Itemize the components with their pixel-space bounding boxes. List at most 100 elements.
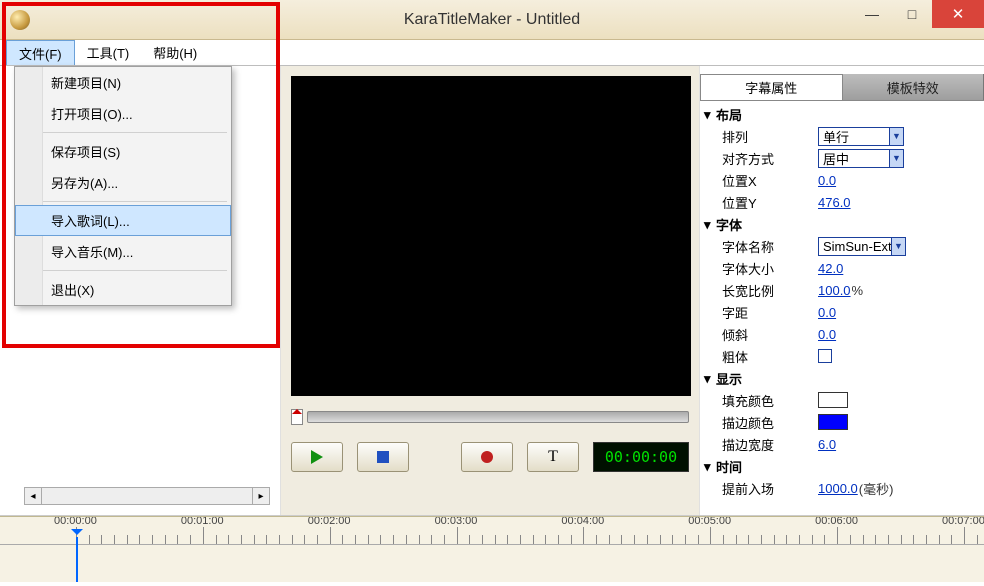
- prop-spacing: 字距 0.0: [704, 301, 980, 323]
- bold-checkbox[interactable]: [818, 349, 832, 363]
- group-label: 显示: [716, 369, 742, 388]
- prop-strokecolor: 描边颜色: [704, 411, 980, 433]
- menu-new-project[interactable]: 新建项目(N): [15, 67, 231, 98]
- scroll-right-icon[interactable]: ▸: [252, 487, 270, 505]
- fontname-combo[interactable]: SimSun-Ext▼: [818, 237, 906, 256]
- prop-label: 字距: [722, 303, 818, 322]
- prop-posy: 位置Y 476.0: [704, 191, 980, 213]
- prop-skew: 倾斜 0.0: [704, 323, 980, 345]
- prop-label: 描边颜色: [722, 413, 818, 432]
- strokecolor-swatch[interactable]: [818, 414, 848, 430]
- timecode-display: 00:00:00: [593, 442, 689, 472]
- prop-fillcolor: 填充颜色: [704, 389, 980, 411]
- combo-value: 居中: [823, 149, 849, 168]
- group-time[interactable]: ▾时间: [704, 457, 980, 476]
- properties-panel: 字幕属性 模板特效 ▾布局 排列 单行▼ 对齐方式 居中▼ 位置X 0.0 位置…: [700, 66, 984, 515]
- prop-leadin: 提前入场 1000.0(毫秒): [704, 477, 980, 499]
- menu-import-music[interactable]: 导入音乐(M)...: [15, 236, 231, 267]
- stop-icon: [377, 451, 389, 463]
- alignment-combo[interactable]: 居中 ▼: [818, 149, 904, 168]
- menu-import-lyrics[interactable]: 导入歌词(L)...: [15, 205, 231, 236]
- menu-separator: [19, 132, 227, 133]
- strokewidth-value[interactable]: 6.0: [818, 437, 836, 452]
- prop-label: 排列: [722, 127, 818, 146]
- collapse-icon: ▾: [704, 459, 716, 475]
- ruler-label: 00:05:00: [688, 516, 731, 527]
- prop-aspect: 长宽比例 100.0%: [704, 279, 980, 301]
- prop-label: 提前入场: [722, 479, 818, 498]
- video-preview[interactable]: [291, 76, 691, 396]
- playhead[interactable]: [76, 537, 78, 582]
- slider-track[interactable]: [307, 411, 689, 423]
- chevron-down-icon: ▼: [891, 238, 905, 255]
- stop-button[interactable]: [357, 442, 409, 472]
- posy-value[interactable]: 476.0: [818, 195, 851, 210]
- text-button[interactable]: T: [527, 442, 579, 472]
- preview-panel: T 00:00:00: [280, 66, 700, 515]
- combo-value: 单行: [823, 127, 849, 146]
- group-label: 时间: [716, 457, 742, 476]
- group-display[interactable]: ▾显示: [704, 369, 980, 388]
- prop-label: 长宽比例: [722, 281, 818, 300]
- collapse-icon: ▾: [704, 217, 716, 233]
- tab-subtitle-props[interactable]: 字幕属性: [700, 74, 843, 100]
- transport-controls: T 00:00:00: [291, 442, 689, 472]
- properties-list[interactable]: ▾布局 排列 单行▼ 对齐方式 居中▼ 位置X 0.0 位置Y 476.0 ▾字…: [700, 100, 984, 515]
- menu-help[interactable]: 帮助(H): [141, 40, 209, 65]
- spacing-value[interactable]: 0.0: [818, 305, 836, 320]
- prop-label: 对齐方式: [722, 149, 818, 168]
- position-slider[interactable]: [291, 402, 689, 432]
- prop-fontsize: 字体大小 42.0: [704, 257, 980, 279]
- group-layout[interactable]: ▾布局: [704, 105, 980, 124]
- leadin-suffix: (毫秒): [859, 479, 894, 498]
- menu-bar: 文件(F) 工具(T) 帮助(H): [0, 40, 984, 66]
- play-button[interactable]: [291, 442, 343, 472]
- collapse-icon: ▾: [704, 371, 716, 387]
- tab-template-fx[interactable]: 模板特效: [843, 74, 984, 100]
- close-button[interactable]: ✕: [932, 0, 984, 28]
- leadin-value[interactable]: 1000.0: [818, 481, 858, 496]
- menu-file[interactable]: 文件(F): [6, 40, 75, 65]
- prop-bold: 粗体: [704, 345, 980, 367]
- window-title: KaraTitleMaker - Untitled: [0, 11, 984, 29]
- maximize-button[interactable]: □: [892, 0, 932, 28]
- group-font[interactable]: ▾字体: [704, 215, 980, 234]
- ruler-label: 00:02:00: [308, 516, 351, 527]
- fontsize-value[interactable]: 42.0: [818, 261, 843, 276]
- prop-label: 字体名称: [722, 237, 818, 256]
- slider-handle[interactable]: [291, 409, 303, 425]
- property-tabs: 字幕属性 模板特效: [700, 74, 984, 100]
- minimize-button[interactable]: —: [852, 0, 892, 28]
- menu-exit[interactable]: 退出(X): [15, 274, 231, 305]
- lyric-hscroll[interactable]: ◂ ▸: [24, 487, 270, 505]
- prop-label: 位置Y: [722, 193, 818, 212]
- prop-alignment: 对齐方式 居中 ▼: [704, 147, 980, 169]
- chevron-down-icon: ▼: [889, 150, 903, 167]
- posx-value[interactable]: 0.0: [818, 173, 836, 188]
- ruler-label: 00:07:00: [942, 516, 984, 527]
- scroll-left-icon[interactable]: ◂: [24, 487, 42, 505]
- arrangement-combo[interactable]: 单行 ▼: [818, 127, 904, 146]
- prop-label: 倾斜: [722, 325, 818, 344]
- menu-save-project[interactable]: 保存项目(S): [15, 136, 231, 167]
- prop-label: 描边宽度: [722, 435, 818, 454]
- menu-open-project[interactable]: 打开项目(O)...: [15, 98, 231, 129]
- menu-save-as[interactable]: 另存为(A)...: [15, 167, 231, 198]
- fillcolor-swatch[interactable]: [818, 392, 848, 408]
- aspect-value[interactable]: 100.0: [818, 283, 851, 298]
- timeline[interactable]: 00:00:0000:01:0000:02:0000:03:0000:04:00…: [0, 516, 984, 582]
- record-icon: [481, 451, 493, 463]
- ruler-label: 00:04:00: [561, 516, 604, 527]
- record-button[interactable]: [461, 442, 513, 472]
- prop-strokewidth: 描边宽度 6.0: [704, 433, 980, 455]
- menu-tools[interactable]: 工具(T): [75, 40, 142, 65]
- ruler-label: 00:06:00: [815, 516, 858, 527]
- window-controls: — □ ✕: [852, 0, 984, 28]
- menu-separator: [19, 201, 227, 202]
- ruler-label: 00:03:00: [435, 516, 478, 527]
- time-ruler[interactable]: 00:00:0000:01:0000:02:0000:03:0000:04:00…: [0, 517, 984, 545]
- chevron-down-icon: ▼: [889, 128, 903, 145]
- skew-value[interactable]: 0.0: [818, 327, 836, 342]
- scroll-track[interactable]: [42, 487, 252, 505]
- app-icon: [10, 10, 30, 30]
